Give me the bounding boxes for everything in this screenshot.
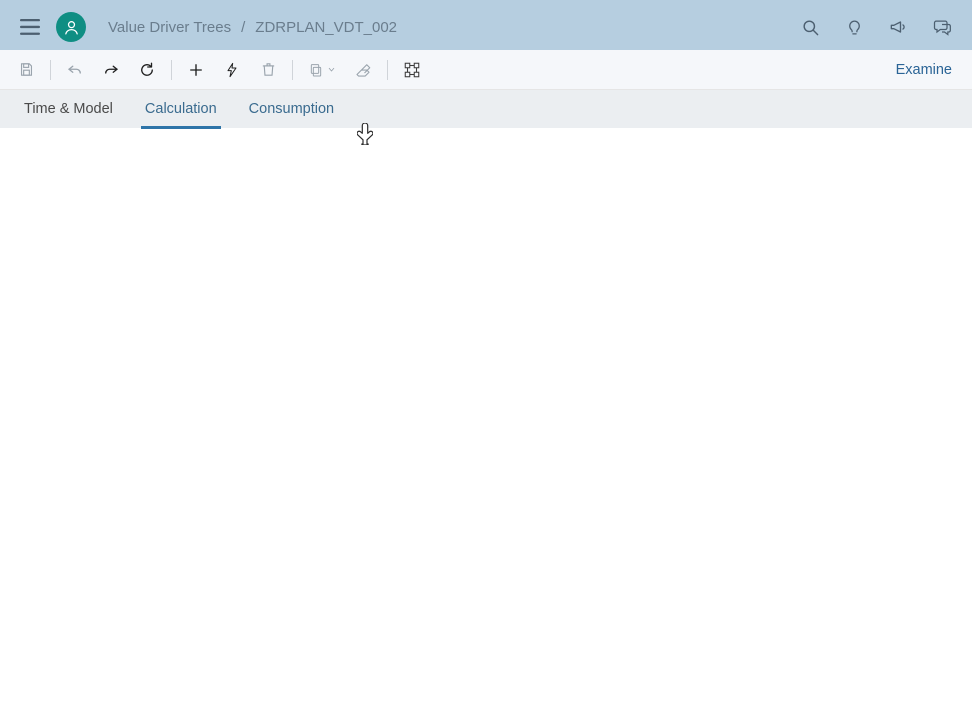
add-button[interactable] xyxy=(178,50,214,90)
hamburger-icon xyxy=(20,18,40,36)
user-icon xyxy=(63,19,80,36)
header-right-icons xyxy=(788,4,964,50)
chat-button[interactable] xyxy=(920,4,964,50)
undo-icon xyxy=(66,61,84,79)
search-icon xyxy=(801,18,820,37)
tabs-bar: Time & Model Calculation Consumption xyxy=(0,90,972,128)
refresh-button[interactable] xyxy=(129,50,165,90)
breadcrumb-root[interactable]: Value Driver Trees xyxy=(108,19,231,36)
eraser-icon xyxy=(354,61,372,79)
copy-icon xyxy=(308,62,324,78)
lightning-icon xyxy=(224,61,240,79)
plus-icon xyxy=(187,61,205,79)
breadcrumb-current: ZDRPLAN_VDT_002 xyxy=(255,19,397,36)
lightbulb-icon xyxy=(845,18,864,37)
refresh-icon xyxy=(138,61,156,79)
trash-icon xyxy=(260,61,277,78)
tab-consumption[interactable]: Consumption xyxy=(233,90,350,128)
examine-link[interactable]: Examine xyxy=(884,62,964,78)
toolbar: Examine xyxy=(0,50,972,90)
search-button[interactable] xyxy=(788,4,832,50)
breadcrumb: Value Driver Trees / ZDRPLAN_VDT_002 xyxy=(108,19,397,36)
hamburger-menu-button[interactable] xyxy=(8,4,52,50)
toolbar-divider-1 xyxy=(50,60,51,80)
announcement-button[interactable] xyxy=(876,4,920,50)
toolbar-divider-3 xyxy=(292,60,293,80)
chevron-down-icon xyxy=(327,65,336,74)
chat-icon xyxy=(932,17,952,37)
toolbar-divider-4 xyxy=(387,60,388,80)
layout-button[interactable] xyxy=(394,50,430,90)
megaphone-icon xyxy=(888,17,908,37)
activate-button[interactable] xyxy=(214,50,250,90)
content-area xyxy=(0,128,972,720)
tab-calculation[interactable]: Calculation xyxy=(129,90,233,128)
redo-icon xyxy=(102,61,120,79)
copy-dropdown-button[interactable] xyxy=(299,50,345,90)
toolbar-divider-2 xyxy=(171,60,172,80)
breadcrumb-sep: / xyxy=(241,19,245,36)
layout-icon xyxy=(403,61,421,79)
delete-button[interactable] xyxy=(250,50,286,90)
tab-time-model[interactable]: Time & Model xyxy=(8,90,129,128)
save-icon xyxy=(18,61,35,78)
save-button[interactable] xyxy=(8,50,44,90)
header-bar: Value Driver Trees / ZDRPLAN_VDT_002 xyxy=(0,4,972,50)
user-avatar-button[interactable] xyxy=(56,12,86,42)
undo-button[interactable] xyxy=(57,50,93,90)
redo-button[interactable] xyxy=(93,50,129,90)
clear-format-button[interactable] xyxy=(345,50,381,90)
lightbulb-button[interactable] xyxy=(832,4,876,50)
